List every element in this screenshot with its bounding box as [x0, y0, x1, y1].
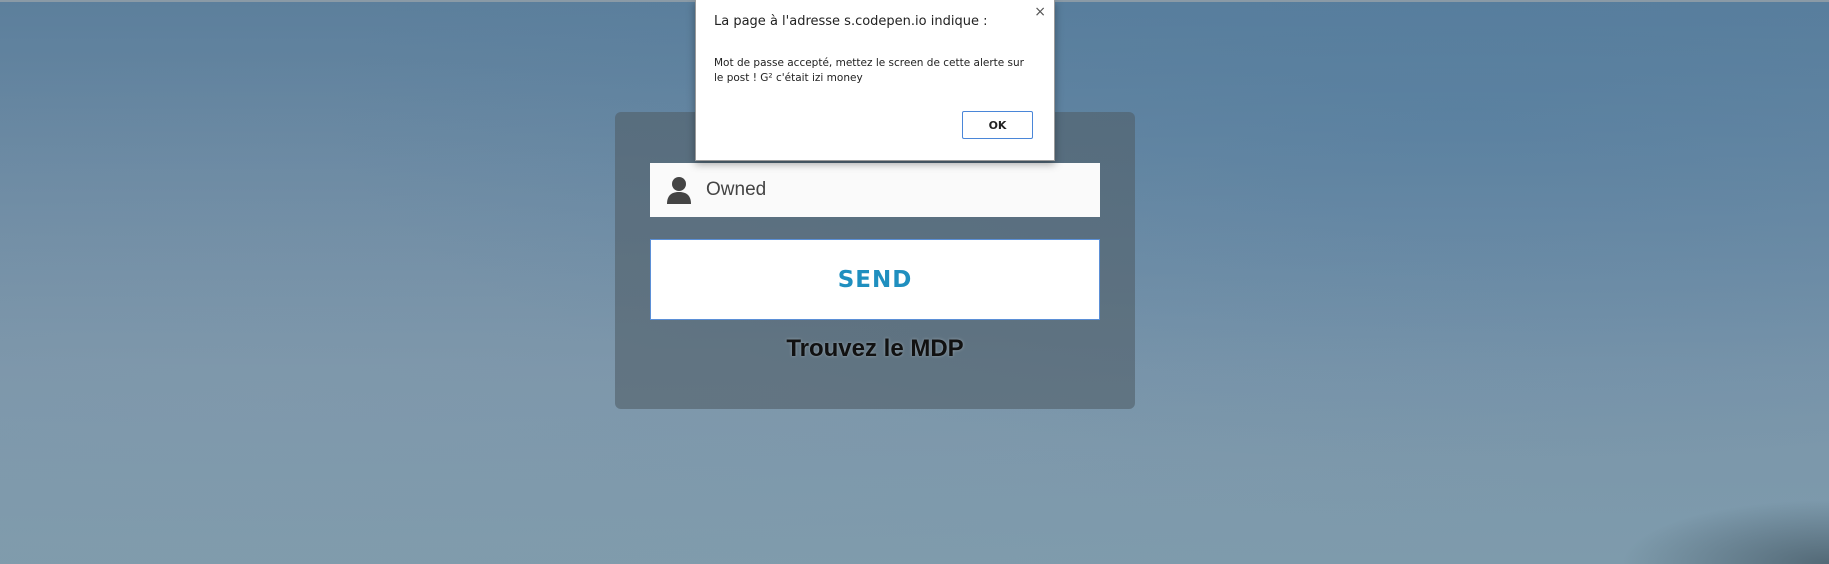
- alert-header: La page à l'adresse s.codepen.io indique…: [714, 14, 988, 29]
- password-field[interactable]: [650, 163, 1100, 217]
- ok-button[interactable]: OK: [962, 111, 1033, 139]
- hint-text: Trouvez le MDP: [786, 335, 964, 362]
- send-button[interactable]: SEND: [650, 239, 1100, 320]
- user-icon: [667, 177, 691, 204]
- close-icon[interactable]: ×: [1034, 5, 1046, 19]
- alert-dialog: La page à l'adresse s.codepen.io indique…: [695, 0, 1055, 161]
- password-input[interactable]: [706, 163, 1086, 217]
- alert-message: Mot de passe accepté, mettez le screen d…: [714, 57, 1024, 84]
